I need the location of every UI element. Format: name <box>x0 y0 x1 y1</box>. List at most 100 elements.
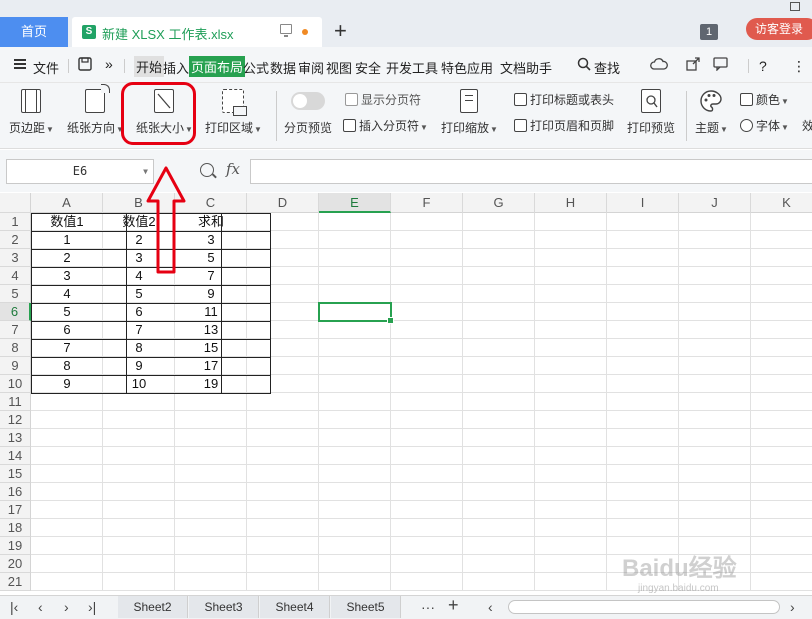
column-header-c[interactable]: C <box>175 193 247 213</box>
tab-special-apps[interactable]: 特色应用 <box>441 58 493 77</box>
column-header-d[interactable]: D <box>247 193 319 213</box>
tab-start[interactable]: 开始 <box>134 56 165 77</box>
next-sheet-icon[interactable]: › <box>64 598 69 616</box>
window-count-badge[interactable]: 1 <box>700 24 718 40</box>
tab-data[interactable]: 数据 <box>270 58 296 77</box>
row-header-8[interactable]: 8 <box>0 339 31 357</box>
row-header-14[interactable]: 14 <box>0 447 31 465</box>
row-header-9[interactable]: 9 <box>0 357 31 375</box>
monitor-icon[interactable] <box>280 24 292 37</box>
tab-formulas[interactable]: 公式 <box>243 58 269 77</box>
print-titles-button[interactable]: 打印标题或表头 <box>514 91 614 108</box>
row-header-7[interactable]: 7 <box>0 321 31 339</box>
row-header-19[interactable]: 19 <box>0 537 31 555</box>
fonts-button[interactable]: 字体▼ <box>740 117 789 134</box>
row-header-16[interactable]: 16 <box>0 483 31 501</box>
column-header-h[interactable]: H <box>535 193 607 213</box>
colors-button[interactable]: 颜色▼ <box>740 91 789 108</box>
theme-button[interactable]: 主题▼ <box>695 89 728 136</box>
gridline <box>318 213 319 591</box>
column-header-e[interactable]: E <box>319 193 391 213</box>
column-header-f[interactable]: F <box>391 193 463 213</box>
tab-developer[interactable]: 开发工具 <box>386 58 438 77</box>
name-box[interactable]: E6 ▼ <box>6 159 154 184</box>
add-sheet-icon[interactable]: + <box>448 596 459 614</box>
tab-page-layout[interactable]: 页面布局 <box>189 56 246 77</box>
select-all-corner[interactable] <box>0 193 31 213</box>
search-icon[interactable] <box>577 57 591 74</box>
column-header-i[interactable]: I <box>607 193 679 213</box>
tab-security[interactable]: 安全 <box>355 58 381 77</box>
function-icon[interactable]: fx <box>226 160 240 178</box>
column-header-j[interactable]: J <box>679 193 751 213</box>
tab-review[interactable]: 审阅 <box>298 58 324 77</box>
orientation-button[interactable]: 纸张方向▼ <box>67 84 124 136</box>
sheet-tab-sheet2[interactable]: Sheet2 <box>118 596 188 618</box>
tab-view[interactable]: 视图 <box>326 58 352 77</box>
hamburger-menu-icon[interactable] <box>14 59 26 69</box>
print-scaling-button[interactable]: 打印缩放▼ <box>441 89 498 136</box>
menu-file[interactable]: 文件 <box>33 58 59 77</box>
formula-input[interactable] <box>250 159 812 184</box>
search-button[interactable]: 查找 <box>594 58 620 77</box>
print-header-footer-button[interactable]: 打印页眉和页脚 <box>514 117 614 134</box>
row-header-20[interactable]: 20 <box>0 555 31 573</box>
home-tab[interactable]: 首页 <box>0 17 68 47</box>
horizontal-scrollbar[interactable] <box>508 600 780 614</box>
chevron-down-icon[interactable]: ▼ <box>143 160 148 183</box>
visitor-login-button[interactable]: 访客登录 <box>746 18 812 40</box>
annotation-highlight-box <box>121 82 196 145</box>
sheet-tab-sheet5[interactable]: Sheet5 <box>331 596 401 618</box>
column-header-b[interactable]: B <box>103 193 175 213</box>
margins-button[interactable]: 页边距▼ <box>9 89 54 136</box>
tab-insert[interactable]: 插入 <box>163 58 189 77</box>
help-icon[interactable]: ? <box>759 58 767 74</box>
row-header-17[interactable]: 17 <box>0 501 31 519</box>
row-header-18[interactable]: 18 <box>0 519 31 537</box>
row-header-10[interactable]: 10 <box>0 375 31 393</box>
row-header-21[interactable]: 21 <box>0 573 31 591</box>
row-header-5[interactable]: 5 <box>0 285 31 303</box>
page-break-preview-button[interactable]: 分页预览 <box>284 119 332 136</box>
cloud-sync-icon[interactable] <box>650 57 668 74</box>
column-header-g[interactable]: G <box>463 193 535 213</box>
ribbon-divider <box>276 91 277 141</box>
scroll-left-icon[interactable]: ‹ <box>488 598 493 616</box>
row-header-4[interactable]: 4 <box>0 267 31 285</box>
more-commands-button[interactable]: » <box>105 56 113 72</box>
selected-cell-e6[interactable] <box>318 302 394 324</box>
window-restore-icon[interactable] <box>790 2 800 11</box>
row-header-6[interactable]: 6 <box>0 303 31 321</box>
print-preview-button[interactable]: 打印预览 <box>627 89 675 136</box>
more-options-icon[interactable]: ⋮ <box>792 58 806 75</box>
column-header-a[interactable]: A <box>31 193 103 213</box>
first-sheet-icon[interactable]: |‹ <box>10 598 18 616</box>
tab-doc-assistant[interactable]: 文档助手 <box>500 58 552 77</box>
row-header-11[interactable]: 11 <box>0 393 31 411</box>
row-header-1[interactable]: 1 <box>0 213 31 231</box>
sheet-tab-sheet3[interactable]: Sheet3 <box>189 596 259 618</box>
print-area-button[interactable]: 打印区域▼ <box>205 89 262 136</box>
save-icon[interactable] <box>78 57 92 74</box>
previous-sheet-icon[interactable]: ‹ <box>38 598 43 616</box>
zoom-icon[interactable] <box>200 163 214 177</box>
show-page-break-checkbox[interactable]: 显示分页符 <box>345 91 421 108</box>
page-break-preview-toggle[interactable] <box>291 92 325 110</box>
share-icon[interactable] <box>686 57 700 74</box>
sheet-tab-sheet4[interactable]: Sheet4 <box>260 596 330 618</box>
more-sheets-icon[interactable]: ··· <box>421 598 435 616</box>
spreadsheet-grid[interactable]: ABCDEFGHIJK 1 2 3 4 5 6 7 8 9 10 11 12 13 14 15 16 17 18 1… <box>0 193 812 595</box>
document-tab[interactable]: S 新建 XLSX 工作表.xlsx <box>72 17 322 47</box>
scroll-right-icon[interactable]: › <box>790 598 795 616</box>
effects-button[interactable]: 效 <box>802 117 812 134</box>
row-header-12[interactable]: 12 <box>0 411 31 429</box>
row-header-13[interactable]: 13 <box>0 429 31 447</box>
row-header-3[interactable]: 3 <box>0 249 31 267</box>
column-header-k[interactable]: K <box>751 193 812 213</box>
comment-icon[interactable] <box>713 57 729 74</box>
new-tab-button[interactable]: + <box>334 19 347 43</box>
last-sheet-icon[interactable]: ›| <box>88 598 96 616</box>
insert-page-break-button[interactable]: 插入分页符▼ <box>343 117 428 134</box>
row-header-2[interactable]: 2 <box>0 231 31 249</box>
row-header-15[interactable]: 15 <box>0 465 31 483</box>
